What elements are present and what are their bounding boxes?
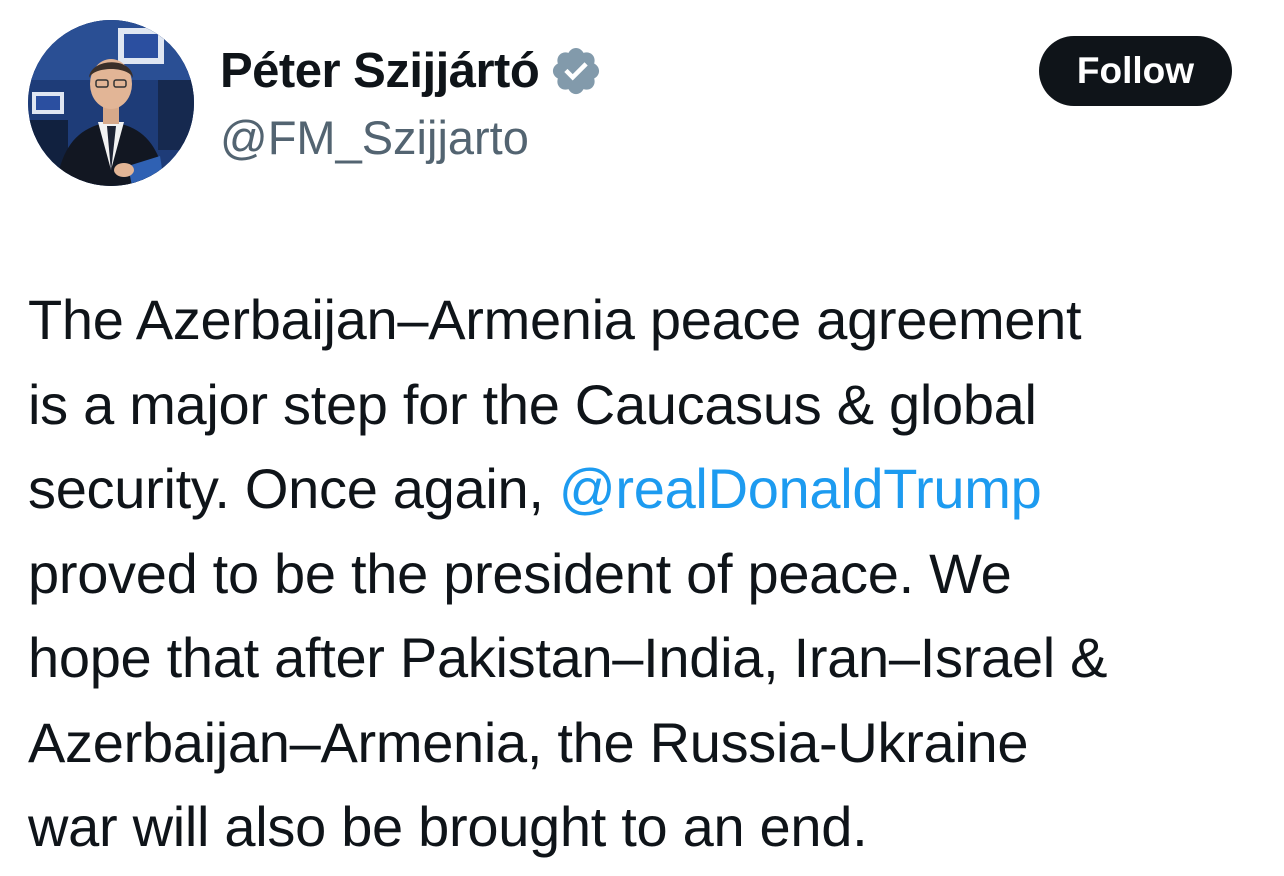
- tweet-line: hope that after Pakistan–India, Iran–Isr…: [28, 626, 1108, 689]
- tweet-header: Péter Szijjártó @FM_Szijjarto Follow: [0, 0, 1284, 200]
- tweet-text: The Azerbaijan–Armenia peace agreement i…: [28, 278, 1268, 870]
- tweet-line: proved to be the president of peace. We: [28, 541, 1012, 605]
- author-handle[interactable]: @FM_Szijjarto: [220, 110, 529, 165]
- tweet-line: Azerbaijan–Armenia, the Russia-Ukraine: [28, 710, 1029, 774]
- tweet-line: war will also be brought to an end.: [28, 795, 868, 858]
- mention-link[interactable]: @realDonaldTrump: [559, 457, 1042, 520]
- author-display-name[interactable]: Péter Szijjártó: [220, 43, 540, 99]
- verified-badge-icon: [553, 47, 600, 95]
- tweet-line: The Azerbaijan–Armenia peace agreement: [28, 288, 1082, 351]
- profile-photo: [28, 20, 194, 186]
- author-name-row: Péter Szijjártó: [220, 38, 603, 104]
- tweet-line: security. Once again, @realDonaldTrump: [28, 447, 1268, 532]
- tweet-line: is a major step for the Caucasus & globa…: [28, 372, 1037, 436]
- tweet-line-text: security. Once again,: [28, 457, 559, 520]
- follow-button[interactable]: Follow: [1039, 36, 1232, 106]
- avatar[interactable]: [28, 20, 194, 186]
